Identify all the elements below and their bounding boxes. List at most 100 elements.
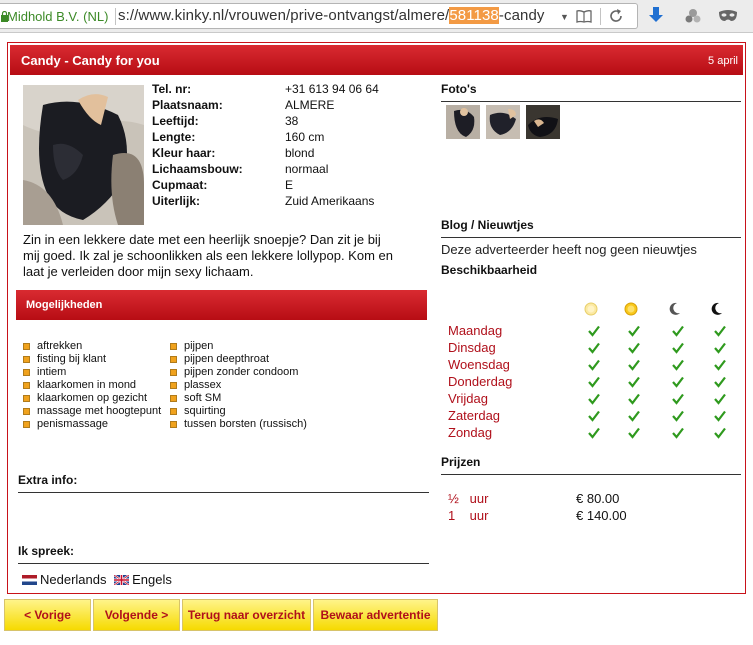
check-icon — [588, 342, 600, 354]
detail-value: E — [285, 178, 294, 192]
check-icon — [628, 376, 640, 388]
detail-value: ALMERE — [285, 98, 335, 112]
availability-heading: Beschikbaarheid — [441, 263, 538, 277]
option-label: plassex — [184, 379, 222, 391]
previous-button[interactable]: < Vorige — [4, 599, 91, 631]
detail-value: 38 — [285, 114, 299, 128]
option-label: klaarkomen op gezicht — [37, 392, 148, 404]
photo-thumbnail[interactable] — [446, 105, 480, 139]
check-icon — [714, 427, 726, 439]
extra-info-heading: Extra info: — [18, 473, 429, 493]
detail-label: Plaatsnaam: — [152, 98, 223, 112]
check-icon — [628, 359, 640, 371]
addon-icon[interactable] — [685, 8, 701, 24]
price-label: 1 uur — [448, 508, 489, 523]
option-label: intiem — [37, 366, 67, 378]
price-label: ½ uur — [448, 491, 489, 506]
reader-view-icon[interactable] — [576, 9, 592, 23]
detail-label: Tel. nr: — [152, 82, 192, 96]
detail-label: Lengte: — [152, 130, 196, 144]
detail-value: blond — [285, 146, 315, 160]
option-item: intiem — [23, 366, 161, 379]
option-label: klaarkomen in mond — [37, 379, 137, 391]
site-identity[interactable]: Midhold B.V. (NL) — [7, 9, 108, 24]
detail-row: Lichaamsbouw: normaal — [152, 162, 442, 178]
availability-row: Woensdag — [448, 357, 748, 374]
dropdown-icon[interactable]: ▼ — [560, 12, 569, 22]
bullet-icon — [23, 395, 30, 402]
morning-sun-icon — [584, 302, 598, 316]
bullet-icon — [170, 382, 177, 389]
check-icon — [714, 376, 726, 388]
dutch-flag-icon — [22, 575, 37, 585]
option-item: tussen borsten (russisch) — [170, 418, 307, 431]
save-ad-button[interactable]: Bewaar advertentie — [313, 599, 438, 631]
prices-heading: Prijzen — [441, 455, 741, 475]
option-item: klaarkomen in mond — [23, 379, 161, 392]
bullet-icon — [23, 369, 30, 376]
back-to-overview-button[interactable]: Terug naar overzicht — [182, 599, 311, 631]
check-icon — [628, 342, 640, 354]
thumbnail-image — [446, 105, 480, 139]
availability-row: Vrijdag — [448, 391, 748, 408]
options-heading: Mogelijkheden — [26, 299, 103, 311]
option-item: pijpen zonder condoom — [170, 366, 307, 379]
night-moon-icon — [711, 302, 722, 315]
option-label: tussen borsten (russisch) — [184, 418, 307, 430]
check-icon — [672, 359, 684, 371]
bullet-icon — [23, 421, 30, 428]
ad-description: Zin in een lekkere date met een heerlijk… — [23, 232, 393, 279]
bullet-icon — [23, 382, 30, 389]
detail-row: Kleur haar: blond — [152, 146, 442, 162]
options-list-right: pijpen pijpen deepthroat pijpen zonder c… — [170, 340, 307, 431]
day-label: Donderdag — [448, 374, 513, 389]
detail-value: normaal — [285, 162, 329, 176]
option-item: penismassage — [23, 418, 161, 431]
blog-heading: Blog / Nieuwtjes — [441, 218, 741, 238]
privacy-mask-icon[interactable] — [718, 9, 738, 23]
afternoon-sun-icon — [624, 302, 638, 316]
option-item: pijpen deepthroat — [170, 353, 307, 366]
reload-icon[interactable] — [608, 8, 624, 24]
download-icon[interactable] — [648, 7, 664, 25]
check-icon — [672, 393, 684, 405]
detail-value: +31 613 94 06 64 — [285, 82, 379, 96]
detail-value: Zuid Amerikaans — [285, 194, 375, 208]
detail-value: 160 cm — [285, 130, 325, 144]
bullet-icon — [170, 395, 177, 402]
check-icon — [588, 359, 600, 371]
photo-thumbnail[interactable] — [486, 105, 520, 139]
detail-row: Leeftijd: 38 — [152, 114, 442, 130]
bullet-icon — [170, 421, 177, 428]
url-field[interactable]: Midhold B.V. (NL) s://www.kinky.nl/vrouw… — [0, 3, 638, 29]
ad-title: Candy - Candy for you — [21, 53, 160, 68]
profile-photo-image — [23, 85, 144, 225]
detail-row: Lengte: 160 cm — [152, 130, 442, 146]
option-item: aftrekken — [23, 340, 161, 353]
url-separator — [115, 8, 116, 25]
check-icon — [588, 376, 600, 388]
option-item: klaarkomen op gezicht — [23, 392, 161, 405]
bullet-icon — [170, 343, 177, 350]
bullet-icon — [170, 356, 177, 363]
photo-thumbnail[interactable] — [526, 105, 560, 139]
availability-row: Donderdag — [448, 374, 748, 391]
bullet-icon — [170, 369, 177, 376]
availability-row: Zaterdag — [448, 408, 748, 425]
availability-row: Maandag — [448, 323, 748, 340]
url-text[interactable]: s://www.kinky.nl/vrouwen/prive-ontvangst… — [118, 7, 545, 24]
price-value: € 80.00 — [576, 491, 620, 506]
evening-moon-icon — [669, 302, 680, 315]
check-icon — [714, 342, 726, 354]
option-item: squirting — [170, 405, 307, 418]
check-icon — [714, 410, 726, 422]
detail-label: Lichaamsbouw: — [152, 162, 243, 176]
bullet-icon — [23, 408, 30, 415]
option-item: soft SM — [170, 392, 307, 405]
profile-photo[interactable] — [23, 85, 144, 225]
uk-flag-icon — [114, 575, 130, 585]
bullet-icon — [170, 408, 177, 415]
next-button[interactable]: Volgende > — [93, 599, 180, 631]
price-value: € 140.00 — [576, 508, 627, 523]
thumbnail-image — [526, 105, 560, 139]
